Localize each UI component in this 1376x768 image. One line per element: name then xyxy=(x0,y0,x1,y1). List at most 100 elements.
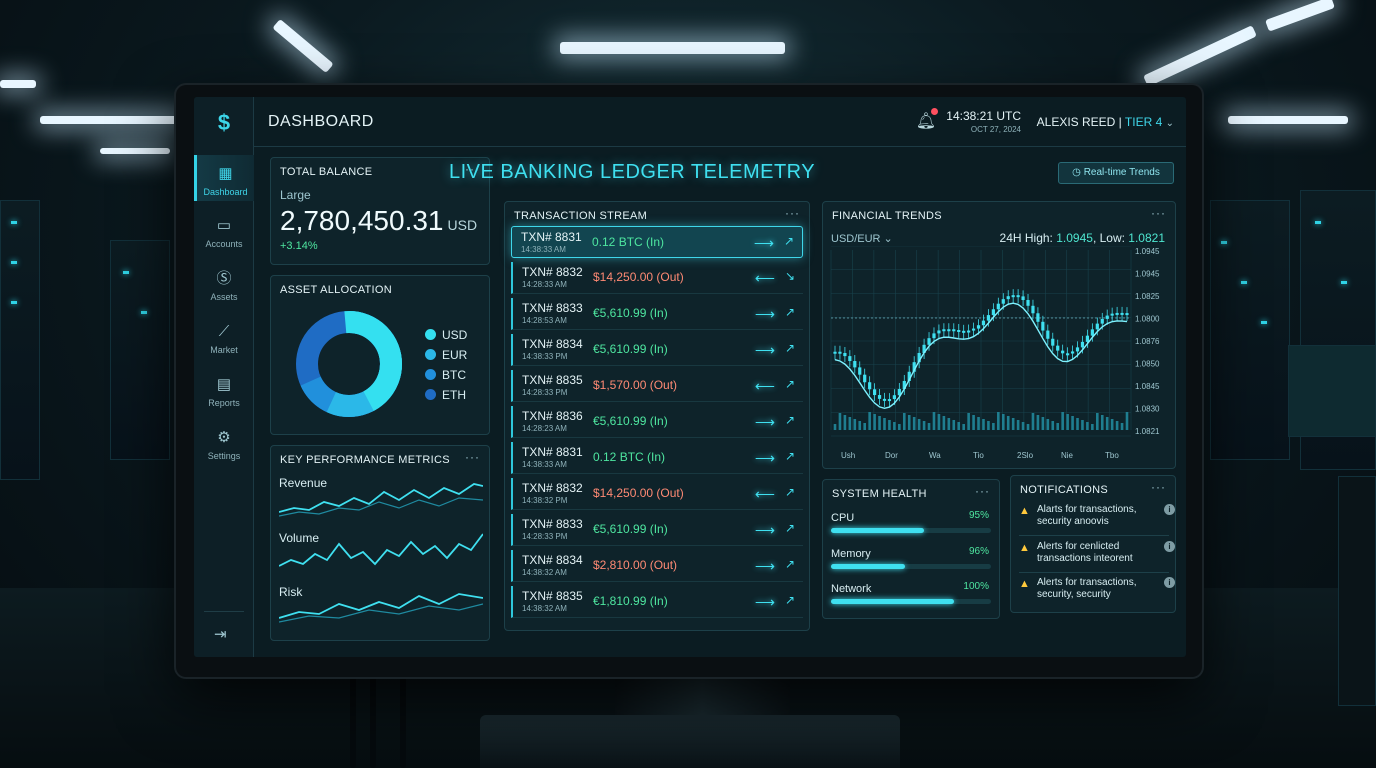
candle-body xyxy=(1095,323,1099,330)
transaction-row[interactable]: TXN# 8836 14:28:23 AM €5,610.99 (In) ⟶ ↗ xyxy=(511,406,803,438)
notification-item[interactable]: ▲ Alarts for transactions, security anoo… xyxy=(1019,504,1175,528)
info-icon[interactable]: i xyxy=(1164,577,1175,588)
volume-sparkline xyxy=(279,533,483,567)
transaction-id: TXN# 8831 xyxy=(521,230,582,244)
volume-bar xyxy=(952,420,956,430)
health-label-memory: Memory xyxy=(831,548,871,560)
volume-bar xyxy=(1110,419,1114,430)
volume-bar xyxy=(1100,415,1104,430)
more-options-icon[interactable]: ··· xyxy=(1151,480,1166,494)
trend-arrow-icon: ↘ xyxy=(784,269,795,283)
volume-bar xyxy=(873,414,876,430)
candle-body xyxy=(957,330,961,333)
more-options-icon[interactable]: ··· xyxy=(1151,206,1166,220)
ceiling-light xyxy=(560,42,785,54)
volume-bar xyxy=(878,416,881,430)
ceiling-light xyxy=(0,80,36,88)
logout-icon[interactable]: ⇥ xyxy=(214,625,227,643)
sidebar-item-reports[interactable]: ▤ Reports xyxy=(194,368,254,414)
candle-body xyxy=(1090,329,1094,336)
candle-body xyxy=(1001,299,1005,304)
transaction-row[interactable]: TXN# 8834 14:38:33 PM €5,610.99 (In) ⟶ ↗ xyxy=(511,334,803,366)
health-label-network: Network xyxy=(831,583,872,595)
transaction-timestamp: 14:28:33 PM xyxy=(522,532,568,541)
candle-body xyxy=(1085,335,1090,342)
transaction-timestamp: 14:38:32 PM xyxy=(522,496,568,505)
trend-arrow-icon: ↗ xyxy=(784,593,795,607)
y-tick-label: 1.0800 xyxy=(1135,315,1160,324)
transaction-timestamp: 14:38:33 AM xyxy=(522,460,567,469)
sidebar-item-accounts[interactable]: ▭ Accounts xyxy=(194,209,254,255)
volume-bar xyxy=(1046,419,1050,430)
balance-label: Large xyxy=(280,188,311,202)
cpu-bar-fill xyxy=(831,528,924,533)
trend-arrow-icon: ↗ xyxy=(784,377,795,391)
transaction-timestamp: 14:38:32 AM xyxy=(522,604,567,613)
more-options-icon[interactable]: ··· xyxy=(465,450,480,464)
sidebar-item-assets[interactable]: Ⓢ Assets xyxy=(194,262,254,308)
candle-body xyxy=(1105,315,1109,319)
candle-body xyxy=(1066,353,1070,356)
transaction-row[interactable]: TXN# 8832 14:28:33 AM $14,250.00 (Out) ⟵ ↘ xyxy=(511,262,803,294)
dashboard-screen: $ ▦ Dashboard ▭ Accounts Ⓢ Assets ⟋ Mark… xyxy=(194,97,1186,657)
ceiling-light xyxy=(1143,25,1257,87)
legend-swatch xyxy=(425,349,436,360)
high-low-readout: 24H High: 1.0945, Low: 1.0821 xyxy=(1000,231,1165,245)
currency-pair-select[interactable]: USD/EUR ⌄ xyxy=(831,232,893,245)
candle-body xyxy=(877,395,882,399)
transaction-row[interactable]: TXN# 8832 14:38:32 PM $14,250.00 (Out) ⟵ ↗ xyxy=(511,478,803,510)
transaction-row[interactable]: TXN# 8833 14:28:53 AM €5,610.99 (In) ⟶ ↗ xyxy=(511,298,803,330)
more-options-icon[interactable]: ··· xyxy=(785,206,800,220)
transaction-row[interactable]: TXN# 8831 14:38:33 AM 0.12 BTC (In) ⟶ ↗ xyxy=(511,442,803,474)
transaction-id: TXN# 8833 xyxy=(522,517,583,531)
cable xyxy=(350,670,356,768)
transaction-id: TXN# 8831 xyxy=(522,445,583,459)
divider xyxy=(1019,535,1169,536)
volume-bar xyxy=(1061,412,1064,430)
balance-change: +3.14% xyxy=(280,240,318,252)
ceiling-light xyxy=(40,116,180,124)
transaction-amount: $2,810.00 (Out) xyxy=(593,558,678,572)
candle-body xyxy=(1075,347,1080,352)
more-options-icon[interactable]: ··· xyxy=(975,484,990,498)
volume-bar xyxy=(932,412,936,430)
transaction-row[interactable]: TXN# 8835 14:38:32 AM €1,810.99 (In) ⟶ ↗ xyxy=(511,586,803,618)
transaction-timestamp: 14:28:53 AM xyxy=(522,316,567,325)
allocation-donut-chart xyxy=(296,311,402,417)
info-icon[interactable]: i xyxy=(1164,541,1175,552)
transaction-amount: $14,250.00 (Out) xyxy=(593,486,684,500)
notification-item[interactable]: ▲ Alerts for cenlicted transactions inte… xyxy=(1019,541,1175,565)
legend-item-usd: USD xyxy=(425,328,467,342)
sidebar-item-settings[interactable]: ⚙ Settings xyxy=(194,421,254,467)
transaction-timestamp: 14:38:33 AM xyxy=(521,245,566,254)
user-menu[interactable]: ALEXIS REED | TIER 4 ⌄ xyxy=(1037,115,1174,129)
warning-icon: ▲ xyxy=(1019,542,1030,554)
candle-body xyxy=(872,389,877,396)
volume-bar xyxy=(848,417,852,430)
volume-bar xyxy=(858,421,862,430)
candle-body xyxy=(1016,295,1020,298)
volume-bar xyxy=(912,417,916,430)
transaction-row[interactable]: TXN# 8833 14:28:33 PM €5,610.99 (In) ⟶ ↗ xyxy=(511,514,803,546)
notification-item[interactable]: ▲ Alerts for transactions, security, sec… xyxy=(1019,577,1175,601)
transaction-row[interactable]: TXN# 8831 14:38:33 AM 0.12 BTC (In) ⟶ ↗ xyxy=(511,226,803,258)
candle-body xyxy=(1021,296,1025,301)
volume-bar xyxy=(1001,414,1005,430)
real-time-trends-button[interactable]: ◷ Real-time Trends xyxy=(1058,162,1174,184)
sidebar-item-market[interactable]: ⟋ Market xyxy=(194,315,254,361)
transaction-timestamp: 14:28:33 PM xyxy=(522,388,568,397)
clock-icon: ◷ xyxy=(1072,167,1084,178)
sidebar-item-label: Reports xyxy=(208,398,240,408)
notifications-panel: NOTIFICATIONS ··· ▲ Alarts for transacti… xyxy=(1010,475,1176,613)
volume-bar xyxy=(868,412,871,430)
transaction-row[interactable]: TXN# 8835 14:28:33 PM $1,570.00 (Out) ⟵ ↗ xyxy=(511,370,803,402)
sidebar-item-dashboard[interactable]: ▦ Dashboard xyxy=(194,155,254,201)
candle-body xyxy=(942,329,946,332)
volume-bar xyxy=(1081,420,1084,430)
high-value: 1.0945 xyxy=(1056,231,1093,245)
candle-body xyxy=(1100,318,1104,324)
button-label: Real-time Trends xyxy=(1083,167,1160,178)
info-icon[interactable]: i xyxy=(1164,504,1175,515)
transaction-row[interactable]: TXN# 8834 14:38:32 AM $2,810.00 (Out) ⟶ ↗ xyxy=(511,550,803,582)
legend-label: USD xyxy=(442,328,468,342)
